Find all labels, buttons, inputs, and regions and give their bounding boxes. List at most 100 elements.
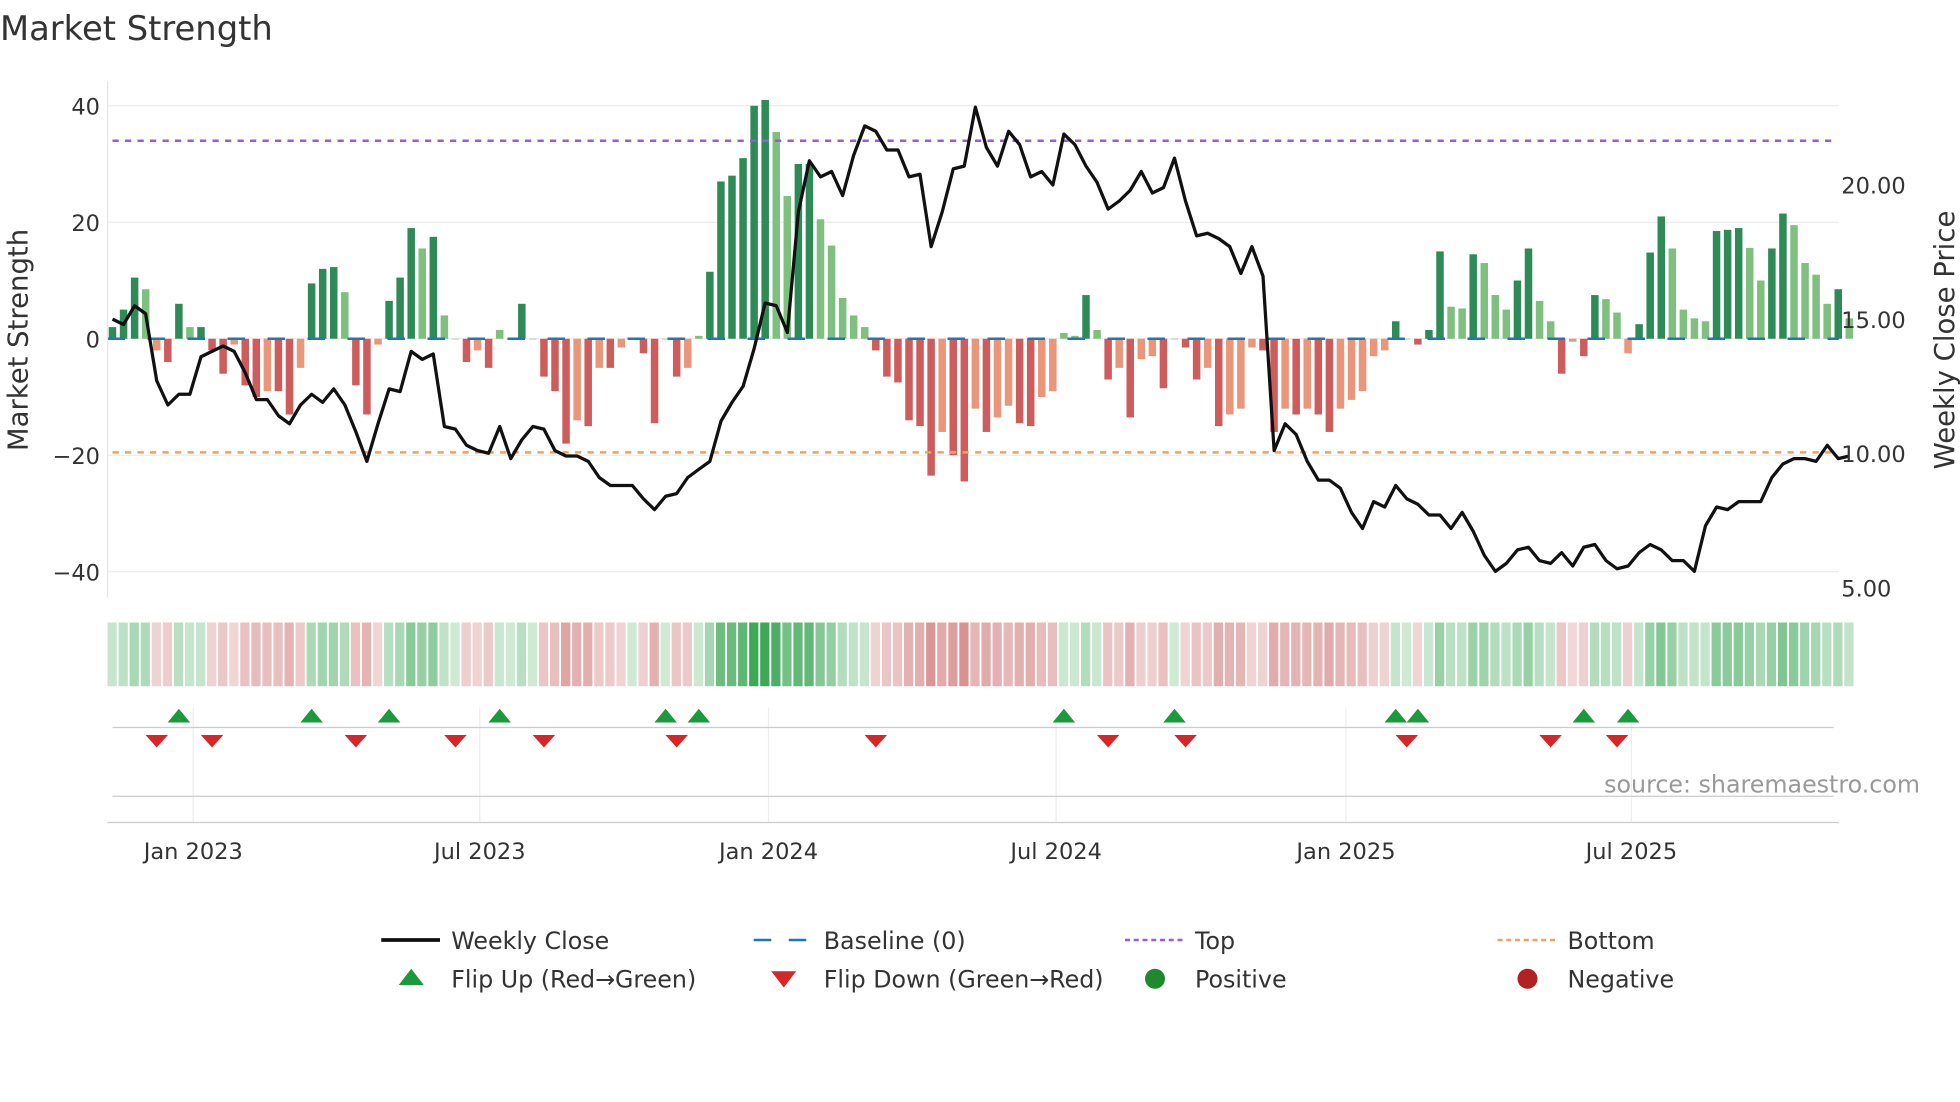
strip-cell [992, 622, 1002, 687]
strip-cell [384, 622, 394, 687]
strength-bar [827, 245, 836, 339]
flip-up-marker [687, 708, 711, 723]
strength-bar [296, 338, 305, 368]
strength-bar [1679, 309, 1688, 339]
strip-cell [583, 622, 593, 687]
strength-bar [993, 338, 1002, 418]
strength-bar [153, 338, 161, 351]
strength-bar [1569, 338, 1577, 342]
strip-cell [1291, 622, 1301, 687]
axes: 40 20 0 −20 −40 20.00 15.00 10.00 5.00 Jan 2023 Ju… [53, 81, 1906, 865]
strip-cell [516, 622, 527, 687]
strip-cell [107, 622, 117, 687]
strip-cell [649, 622, 659, 687]
flip-down-marker [444, 735, 467, 748]
strength-bar [1347, 338, 1356, 400]
legend-item: Flip Down (Green→Red) [771, 966, 1104, 994]
strip-cell [284, 622, 294, 687]
strip-cell [870, 622, 881, 687]
strength-bar [1303, 338, 1311, 409]
strip-cell [693, 622, 704, 687]
strength-bar [739, 158, 747, 339]
strength-heat-strip [107, 622, 1854, 687]
strip-cell [1634, 622, 1644, 687]
legend-item: Bottom [1497, 927, 1655, 955]
flip-up-marker [1163, 708, 1186, 723]
strip-cell [1844, 622, 1854, 687]
x-tick-label: Jan 2025 [1294, 839, 1395, 865]
strip-cell [461, 622, 471, 687]
strength-bar [1480, 263, 1488, 339]
y2-tick-label: 10.00 [1841, 442, 1905, 468]
strip-cell [1523, 622, 1533, 687]
strip-cell [1612, 622, 1622, 687]
strength-bar [717, 181, 725, 339]
strip-cell [1213, 622, 1223, 687]
strength-bar [1524, 248, 1533, 339]
strength-bar [982, 338, 991, 432]
strength-bar [1591, 295, 1599, 339]
strength-bar [1812, 274, 1820, 339]
y2-axis-label: Weekly Close Price [1929, 211, 1960, 470]
flip-down-marker [1539, 735, 1562, 748]
strip-cell [527, 622, 538, 687]
strip-cell [561, 622, 571, 687]
legend: Weekly Close Baseline (0) Top Bottom Flip Up… [381, 927, 1674, 994]
flip-up-marker [654, 708, 677, 723]
strength-bar [1038, 338, 1046, 398]
flip-down-marker [1096, 735, 1120, 748]
strip-cell [1667, 622, 1677, 687]
strength-bar [617, 338, 626, 348]
strength-bar [728, 175, 736, 339]
strip-cell [804, 622, 814, 687]
flip-up-marker [488, 708, 511, 723]
strip-cell [550, 622, 560, 687]
strength-bar [1469, 254, 1477, 339]
strip-cell [129, 622, 139, 687]
strip-cell [1379, 622, 1389, 687]
legend-item: Top [1125, 927, 1235, 955]
x-tick-label: Jan 2023 [142, 839, 243, 865]
strength-bar [672, 338, 681, 377]
strip-cell [1058, 622, 1069, 687]
strength-bar [175, 303, 183, 339]
strength-bar [1723, 229, 1732, 339]
strip-cell [207, 622, 217, 687]
flip-down-marker [344, 735, 368, 748]
strip-cell [395, 622, 405, 687]
strength-bar [1248, 338, 1256, 348]
strip-cell [859, 622, 869, 687]
flip-up-marker [377, 708, 401, 723]
strength-bar [108, 327, 117, 339]
flip-down-marker [532, 735, 556, 748]
strip-cell [1401, 622, 1412, 687]
x-tick-label: Jul 2023 [432, 839, 526, 865]
strength-bar [1137, 338, 1146, 360]
strength-bar [650, 338, 659, 424]
strip-cell [1744, 622, 1755, 687]
strip-cell [1423, 622, 1434, 687]
strip-cell [1235, 622, 1246, 687]
strength-bar [318, 268, 327, 339]
strip-cell [428, 622, 438, 687]
strength-bar [1646, 252, 1654, 339]
strip-cell [904, 622, 914, 687]
strength-bar [1436, 251, 1444, 339]
strength-bar [164, 338, 172, 363]
strength-bar [1292, 338, 1300, 415]
strength-bar [197, 327, 205, 339]
strength-bar [1104, 338, 1112, 380]
strip-cell [339, 622, 350, 687]
strip-cell [1822, 622, 1832, 687]
strength-bar [861, 327, 869, 339]
strip-cell [771, 622, 781, 687]
strip-cell [450, 622, 460, 687]
x-tick-label: Jul 2024 [1008, 839, 1102, 865]
legend-label: Positive [1195, 966, 1287, 994]
strip-cell [538, 622, 549, 687]
strength-bar [606, 338, 615, 368]
strength-bar [1115, 338, 1123, 368]
strip-cell [660, 622, 670, 687]
strength-bar [1380, 338, 1389, 351]
strip-cell [1103, 622, 1113, 687]
